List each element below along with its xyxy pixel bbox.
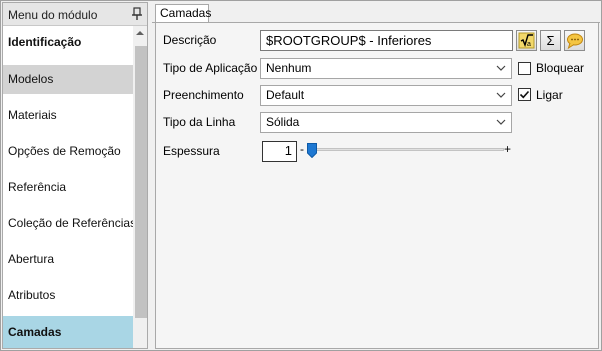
descricao-field[interactable]: $ROOTGROUP$ - Inferiores: [260, 30, 513, 51]
module-menu-header: Menu do módulo: [3, 3, 147, 26]
sidebar-item-opcoes-de-remocao[interactable]: Opções de Remoção: [3, 137, 133, 166]
sidebar-item-modelos[interactable]: Modelos: [3, 65, 133, 94]
pin-icon[interactable]: [131, 7, 143, 21]
espessura-slider-thumb[interactable]: [307, 143, 317, 158]
tipo-aplicacao-select[interactable]: Nenhum: [260, 58, 512, 79]
comment-button[interactable]: [564, 30, 585, 51]
sidebar-item-materiais[interactable]: Materiais: [3, 101, 133, 130]
tab-camadas[interactable]: Camadas: [155, 4, 211, 23]
tipo-linha-label: Tipo da Linha: [163, 115, 236, 129]
tipo-aplicacao-label: Tipo de Aplicação: [163, 61, 258, 75]
sidebar-item-camadas[interactable]: Camadas: [3, 316, 133, 348]
sidebar-item-abertura[interactable]: Abertura: [3, 245, 133, 274]
preenchimento-value: Default: [266, 88, 305, 102]
sidebar-scrollbar-thumb[interactable]: [135, 46, 147, 318]
chevron-down-icon: [496, 92, 506, 98]
bloquear-checkbox[interactable]: [518, 62, 531, 75]
bloquear-label: Bloquear: [536, 61, 585, 75]
formula-icon: a: [518, 32, 535, 49]
preenchimento-label: Preenchimento: [163, 88, 244, 102]
svg-text:a: a: [527, 41, 531, 48]
speech-bubble-icon: [567, 33, 583, 50]
preenchimento-select[interactable]: Default: [260, 85, 512, 106]
espessura-input[interactable]: 1: [262, 141, 297, 162]
slider-max-label: +: [504, 142, 512, 156]
scroll-up-arrow-icon[interactable]: [136, 31, 144, 35]
espessura-label: Espessura: [163, 144, 220, 158]
sidebar-item-identificacao[interactable]: Identificação: [3, 28, 133, 57]
chevron-down-icon: [496, 119, 506, 125]
espessura-slider-track[interactable]: [310, 148, 504, 151]
ligar-checkbox[interactable]: [518, 88, 531, 101]
tab-strip: Camadas: [152, 2, 600, 23]
sidebar-item-colecao-de-referencias[interactable]: Coleção de Referências: [3, 209, 136, 238]
module-menu-panel: Menu do módulo Identificação Modelos Mat…: [2, 2, 148, 349]
tipo-linha-value: Sólida: [266, 115, 300, 129]
module-menu-title: Menu do módulo: [8, 8, 98, 22]
sum-icon: Σ: [546, 33, 555, 48]
descricao-label: Descrição: [163, 33, 217, 47]
checkmark-icon: [519, 90, 530, 99]
sidebar-item-referencia[interactable]: Referência: [3, 173, 133, 202]
slider-min-label: -: [300, 142, 304, 156]
ligar-label: Ligar: [536, 88, 563, 102]
tipo-aplicacao-value: Nenhum: [266, 61, 312, 75]
sidebar-scrollbar[interactable]: [133, 26, 147, 348]
sidebar-item-atributos[interactable]: Atributos: [3, 281, 133, 310]
formula-button[interactable]: a: [516, 30, 537, 51]
tipo-linha-select[interactable]: Sólida: [260, 112, 512, 133]
sum-button[interactable]: Σ: [540, 30, 561, 51]
chevron-down-icon: [496, 65, 506, 71]
